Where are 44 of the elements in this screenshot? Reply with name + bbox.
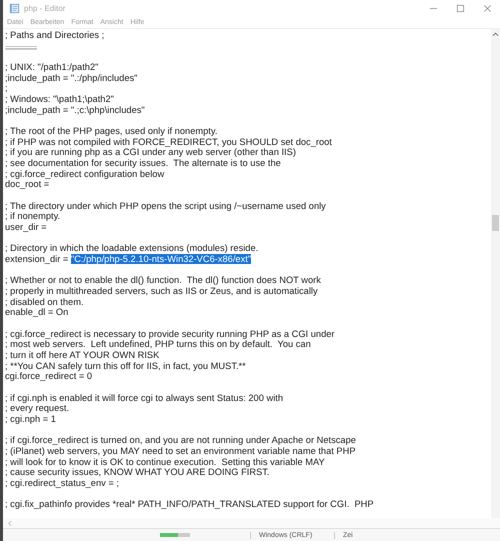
maximize-icon[interactable] bbox=[456, 4, 465, 12]
code-line: ; if cgi.force_redirect is turned on, and you are not running under Apache or Netscape bbox=[5, 435, 356, 446]
code-line: ;include_path = ".;c:\php\includes" bbox=[5, 104, 145, 115]
code-line: ; UNIX: "/path1:/path2" bbox=[5, 62, 98, 72]
code-line: ; properly in multithreaded servers, such as IIS or Zeus, and is automatically bbox=[5, 286, 318, 296]
code-line: ; cgi.fix_pathinfo provides *real* PATH_INFO/PATH_TRANSLATED support for CGI. PHP bbox=[5, 499, 374, 510]
code-line: ; if PHP was not compiled with FORCE_REDIRECT, you SHOULD set doc_root bbox=[5, 136, 332, 147]
code-line: ; cause security issues, KNOW WHAT YOU ARE DOING FIRST. bbox=[5, 467, 270, 478]
code-line: ; (iPlanet) web servers, you MAY need to set an environment variable name that PHP bbox=[5, 446, 356, 456]
code-line: ; The root of the PHP pages, used only if nonempty. bbox=[5, 126, 218, 136]
code-line: ; will look for to know it is OK to continue execution. Setting this variable MAY bbox=[5, 456, 325, 467]
code-line: ; if cgi.nph is enabled it will force cgi to always sent Status: 200 with bbox=[5, 392, 284, 403]
window-title: php - Editor bbox=[24, 4, 66, 12]
code-line: user_dir = bbox=[5, 222, 47, 232]
code-line: ; bbox=[5, 83, 8, 94]
scroll-up-icon[interactable] bbox=[492, 31, 499, 37]
code-line: ;include_path = ".:/php/includes" bbox=[5, 72, 138, 83]
code-line: ; cgi.force_redirect configuration below bbox=[5, 168, 164, 179]
code-line: ; **You CAN safely turn this off for IIS, in fact, you MUST.** bbox=[5, 360, 246, 371]
code-line: ; most web servers. Left undefined, PHP turns this on by default. You can bbox=[5, 339, 311, 350]
notepad-icon bbox=[9, 2, 20, 14]
code-line: doc_root = bbox=[5, 179, 50, 190]
code-line: ; if you are running php as a CGI under any web server (other than IIS) bbox=[5, 147, 296, 158]
code-line: ; Windows: "\path1;\path2" bbox=[5, 94, 114, 104]
code-line: ; Paths and Directories ; bbox=[5, 30, 104, 40]
code-line: extension_dir = bbox=[5, 254, 70, 264]
code-line: ; cgi.force_redirect is necessary to provide security running PHP as a CGI under bbox=[5, 328, 335, 339]
progress-indicator bbox=[160, 533, 190, 537]
code-line: ; Directory in which the loadable extensions (modules) reside. bbox=[5, 243, 258, 254]
code-line: ; if nonempty. bbox=[5, 211, 60, 222]
code-line: ; Whether or not to enable the dl() function. The dl() function does NOT work bbox=[5, 275, 321, 286]
code-line: ; disabled on them. bbox=[5, 296, 84, 307]
code-line: ; cgi.redirect_status_env = ; bbox=[5, 478, 119, 488]
code-line: ; turn it off here AT YOUR OWN RISK bbox=[5, 350, 160, 360]
scroll-left-icon[interactable] bbox=[7, 520, 12, 526]
code-line: ; see documentation for security issues. The alternate is to use the bbox=[5, 158, 281, 168]
close-icon[interactable] bbox=[483, 4, 492, 12]
code-line: ; cgi.nph = 1 bbox=[5, 414, 56, 424]
scrollbar-thumb[interactable] bbox=[492, 215, 499, 231]
code-line: cgi.force_redirect = 0 bbox=[5, 371, 92, 382]
selected-text: "C:/php/php-5.2.10-nts-Win32-VC6-x86/ext" bbox=[70, 254, 252, 264]
code-line: ; The directory under which PHP opens the script using /~username used only bbox=[5, 200, 326, 211]
code-line: ; every request. bbox=[5, 403, 70, 414]
code-line: enable_dl = On bbox=[5, 307, 68, 318]
